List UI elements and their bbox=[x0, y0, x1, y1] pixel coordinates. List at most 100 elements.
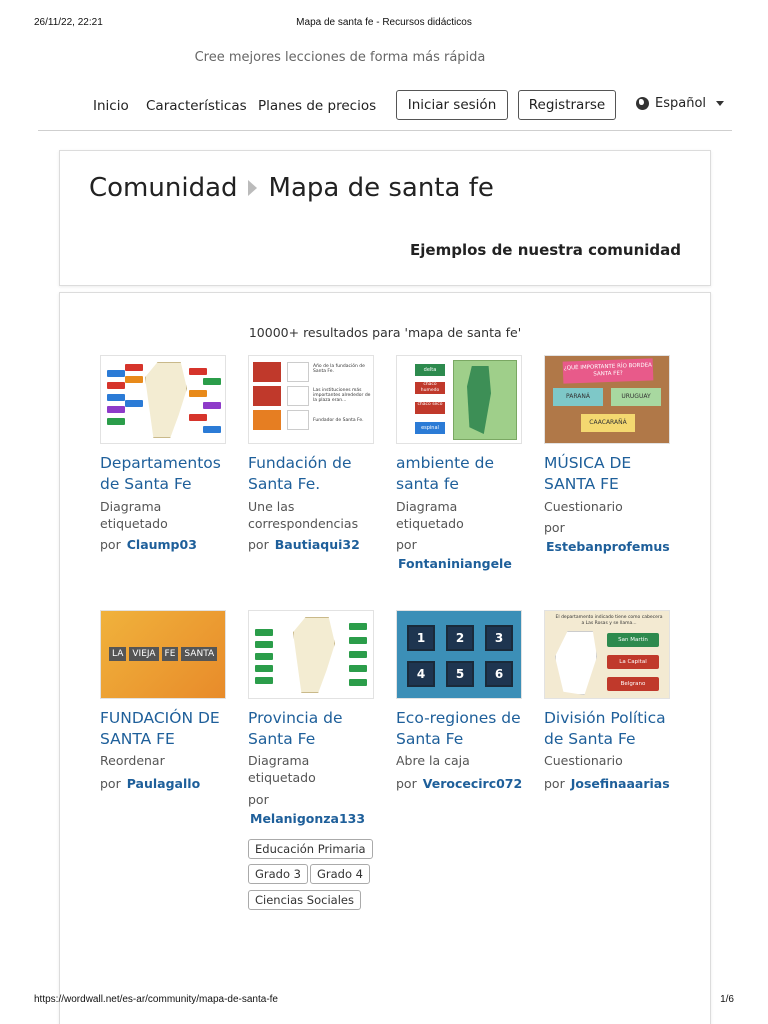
answer-note: PARANÁ bbox=[553, 388, 603, 406]
tag-educacion-primaria[interactable]: Educación Primaria bbox=[248, 839, 373, 859]
card-author[interactable]: Claump03 bbox=[127, 537, 197, 552]
thumbnail-provincia[interactable] bbox=[248, 610, 374, 699]
heading-panel: Comunidad Mapa de santa fe Ejemplos de n… bbox=[59, 150, 711, 286]
label-tile bbox=[107, 418, 125, 425]
label-tile bbox=[189, 414, 207, 421]
card-author[interactable]: Estebanprofemus bbox=[546, 539, 670, 554]
label-tile bbox=[255, 641, 273, 648]
word-tile: FE bbox=[161, 647, 179, 661]
region-label: chaco humedo bbox=[415, 382, 445, 394]
community-subtitle: Ejemplos de nuestra comunidad bbox=[410, 241, 681, 259]
card-title[interactable]: MÚSICA DE SANTA FE bbox=[544, 453, 678, 495]
answer-tile bbox=[253, 410, 281, 430]
box-tile: 3 bbox=[485, 625, 513, 651]
label-tile bbox=[349, 665, 367, 672]
word-tile: VIEJA bbox=[129, 647, 159, 661]
card-author[interactable]: Melanigonza133 bbox=[250, 811, 365, 826]
caret-down-icon bbox=[716, 101, 725, 106]
word-tile: LA bbox=[109, 647, 127, 661]
card-title[interactable]: Provincia de Santa Fe bbox=[248, 708, 382, 750]
thumbnail-musica[interactable]: ¿QUÉ IMPORTANTE RÍO BORDEA SANTA FE? PAR… bbox=[544, 355, 670, 444]
box-tile: 6 bbox=[485, 661, 513, 687]
box-tile: 4 bbox=[407, 661, 435, 687]
thumb-question: Año de la fundación de Santa Fe. bbox=[313, 364, 365, 374]
answer-note: URUGUAY bbox=[611, 388, 661, 406]
thumb-question: Las instituciones más importantes alrede… bbox=[313, 388, 371, 403]
card-byline: por Fontaniniangele bbox=[396, 537, 512, 571]
label-tile bbox=[349, 651, 367, 658]
language-selector[interactable]: Español bbox=[636, 96, 725, 111]
drop-slot bbox=[287, 386, 309, 406]
label-tile bbox=[107, 370, 125, 377]
thumbnail-ambiente[interactable]: delta chaco humedo chaco seco espinal bbox=[396, 355, 522, 444]
label-tile bbox=[189, 368, 207, 375]
label-tile bbox=[189, 390, 207, 397]
tagline: Cree mejores lecciones de forma más rápi… bbox=[194, 50, 486, 65]
thumb-question: Fundador de Santa Fe. bbox=[313, 418, 364, 423]
region-label: delta bbox=[415, 364, 445, 376]
card-title[interactable]: Fundación de Santa Fe. bbox=[248, 453, 382, 495]
label-tile bbox=[255, 629, 273, 636]
drop-slot bbox=[287, 362, 309, 382]
results-panel: 10000+ resultados para 'mapa de santa fe… bbox=[59, 292, 711, 1024]
card-title[interactable]: Eco-regiones de Santa Fe bbox=[396, 708, 530, 750]
answer-note: CAACARAÑÁ bbox=[581, 414, 635, 432]
tag-ciencias-sociales[interactable]: Ciencias Sociales bbox=[248, 890, 361, 910]
word-tiles: LA VIEJA FE SANTA bbox=[109, 647, 218, 661]
answer-option: La Capital bbox=[607, 655, 659, 669]
label-tile bbox=[107, 382, 125, 389]
card-type: Diagrama etiquetado bbox=[396, 499, 464, 531]
card-type: Diagrama etiquetado bbox=[248, 753, 316, 785]
region-label: espinal bbox=[415, 422, 445, 434]
label-tile bbox=[107, 406, 125, 413]
question-note: ¿QUÉ IMPORTANTE RÍO BORDEA SANTA FE? bbox=[562, 358, 654, 384]
thumbnail-departamentos[interactable] bbox=[100, 355, 226, 444]
print-footer: https://wordwall.net/es-ar/community/map… bbox=[34, 994, 734, 1008]
thumbnail-eco-regiones[interactable]: 1 2 3 4 5 6 bbox=[396, 610, 522, 699]
card-type: Cuestionario bbox=[544, 499, 623, 514]
label-tile bbox=[349, 679, 367, 686]
label-tile bbox=[125, 400, 143, 407]
thumb-question: El departamento indicado tiene como cabe… bbox=[555, 615, 663, 626]
card-author[interactable]: Josefinaaarias bbox=[571, 776, 670, 791]
chevron-right-icon bbox=[247, 180, 257, 196]
breadcrumb-community[interactable]: Comunidad bbox=[89, 173, 238, 203]
card-author[interactable]: Fontaniniangele bbox=[398, 556, 512, 571]
card-author[interactable]: Bautiaqui32 bbox=[275, 537, 360, 552]
card-byline: por Verocecirc072 bbox=[396, 776, 523, 791]
thumbnail-fundacion[interactable]: Año de la fundación de Santa Fe. Las ins… bbox=[248, 355, 374, 444]
card-byline: por Josefinaaarias bbox=[544, 776, 670, 791]
label-tile bbox=[349, 623, 367, 630]
globe-icon bbox=[636, 97, 649, 110]
label-tile bbox=[255, 653, 273, 660]
label-tile bbox=[203, 426, 221, 433]
card-type: Abre la caja bbox=[396, 753, 470, 768]
tag-grado-4[interactable]: Grado 4 bbox=[310, 864, 370, 884]
label-tile bbox=[125, 376, 143, 383]
tag-grado-3[interactable]: Grado 3 bbox=[248, 864, 308, 884]
card-type: Cuestionario bbox=[544, 753, 623, 768]
login-button[interactable]: Iniciar sesión bbox=[396, 90, 508, 120]
card-author[interactable]: Verocecirc072 bbox=[423, 776, 522, 791]
card-title[interactable]: FUNDACIÓN DE SANTA FE bbox=[100, 708, 234, 750]
nav-caracteristicas[interactable]: Características bbox=[146, 98, 247, 114]
map-outline-icon bbox=[555, 631, 597, 695]
thumbnail-vieja-santa-fe[interactable]: LA VIEJA FE SANTA bbox=[100, 610, 226, 699]
card-title[interactable]: División Política de Santa Fe bbox=[544, 708, 678, 750]
thumbnail-division-politica[interactable]: El departamento indicado tiene como cabe… bbox=[544, 610, 670, 699]
card-byline: por Paulagallo bbox=[100, 776, 201, 791]
map-outline-icon bbox=[145, 362, 187, 438]
card-title[interactable]: ambiente de santa fe bbox=[396, 453, 530, 495]
nav-inicio[interactable]: Inicio bbox=[93, 98, 129, 114]
print-title: Mapa de santa fe - Recursos didácticos bbox=[296, 17, 472, 28]
results-count: 10000+ resultados para 'mapa de santa fe… bbox=[248, 325, 522, 340]
label-tile bbox=[255, 665, 273, 672]
region-label: chaco seco bbox=[415, 402, 445, 414]
drop-slot bbox=[287, 410, 309, 430]
language-label: Español bbox=[655, 96, 707, 111]
card-author[interactable]: Paulagallo bbox=[127, 776, 200, 791]
label-tile bbox=[255, 677, 273, 684]
nav-planes[interactable]: Planes de precios bbox=[258, 98, 376, 114]
register-button[interactable]: Registrarse bbox=[518, 90, 616, 120]
card-title[interactable]: Departamentos de Santa Fe bbox=[100, 453, 234, 495]
